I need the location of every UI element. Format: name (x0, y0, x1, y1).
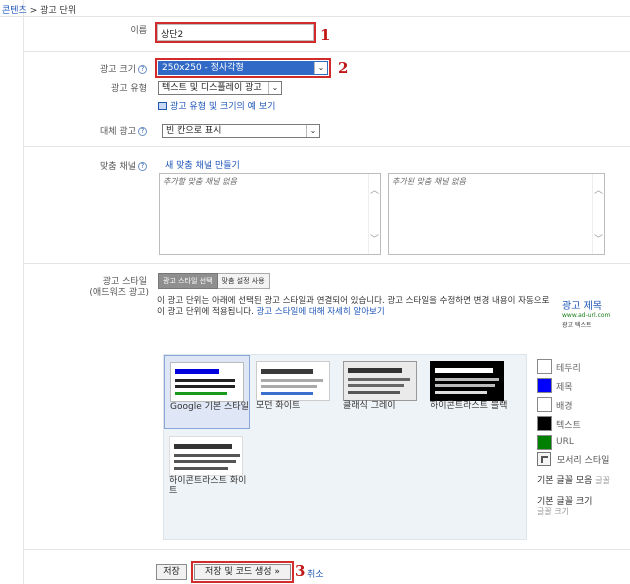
font-family-label: 기본 글꼴 모음 (537, 476, 593, 486)
color-swatch-label: 제목 (556, 383, 573, 393)
annotation-3: 3 (295, 562, 306, 580)
color-swatch[interactable] (537, 435, 552, 450)
style-tile-modern-white[interactable]: 모던 화이트 (251, 355, 337, 429)
corner-icon (537, 452, 551, 466)
style-tabs: 광고 스타일 선택 맞춤 설정 사용 (158, 273, 270, 289)
chevron-down-icon: ⌄ (306, 125, 319, 137)
highlight-box-1 (155, 22, 316, 43)
color-swatch-label: 배경 (556, 402, 573, 412)
color-swatch-label: 텍스트 (556, 421, 581, 431)
empty-text: 추가할 맞춤 채널 없음 (163, 177, 237, 186)
help-icon[interactable]: ? (138, 65, 147, 74)
annotation-2: 2 (338, 59, 349, 77)
scrollbar[interactable]: ︿ ﹀ (592, 174, 604, 254)
learn-more-link[interactable]: 광고 스타일에 대해 자세히 알아보기 (257, 307, 385, 317)
style-tile-label: 클래식 그레이 (343, 401, 396, 411)
breadcrumb-separator: > (29, 6, 38, 16)
left-gutter (0, 0, 24, 584)
color-swatch[interactable] (537, 378, 552, 393)
fallback-label: 대체 광고? (80, 124, 147, 137)
divider (24, 146, 630, 147)
size-label: 광고 크기? (80, 62, 147, 75)
breadcrumb-current: 광고 단위 (40, 6, 77, 16)
font-size-value[interactable]: 글꼴 크기 (537, 506, 569, 517)
color-swatch[interactable] (537, 397, 552, 412)
annotation-1: 1 (320, 26, 331, 44)
new-channel-link[interactable]: 새 맞춤 채널 만들기 (165, 158, 240, 171)
color-swatch[interactable] (537, 359, 552, 374)
help-icon[interactable]: ? (138, 162, 147, 171)
style-preview-thumbnail (169, 436, 243, 476)
type-select[interactable]: 텍스트 및 디스플레이 광고 ⌄ (158, 81, 282, 95)
divider (24, 263, 630, 264)
chevron-down-icon: ﹀ (594, 235, 604, 245)
help-icon[interactable]: ? (138, 127, 147, 136)
color-swatch-label: URL (556, 437, 574, 447)
fallback-select[interactable]: 빈 칸으로 표시 ⌄ (162, 124, 320, 138)
style-tile-label: 모던 화이트 (256, 401, 301, 411)
channel-available-list[interactable]: 추가할 맞춤 채널 없음 ︿ ﹀ (159, 173, 381, 255)
style-tile-label: 하이콘트라스트 화이트 (169, 476, 247, 496)
style-tile-high-contrast-white[interactable]: 하이콘트라스트 화이트 (164, 430, 250, 504)
empty-text: 추가된 맞춤 채널 없음 (392, 177, 466, 186)
font-family-value: 글꼴 (595, 476, 611, 485)
chevron-up-icon: ︿ (594, 186, 604, 196)
style-tile-google-default[interactable]: Google 기본 스타일 (164, 355, 250, 429)
corner-style-control[interactable]: 모서리 스타일 (537, 452, 609, 466)
chevron-down-icon: ⌄ (268, 82, 281, 94)
external-window-icon (158, 102, 167, 110)
color-swatch-label: 테두리 (556, 364, 581, 374)
divider (24, 549, 630, 550)
color-swatch[interactable] (537, 416, 552, 431)
chevron-up-icon: ︿ (370, 186, 380, 196)
type-value: 텍스트 및 디스플레이 광고 (162, 83, 262, 93)
highlight-box-2 (155, 58, 331, 78)
chevron-down-icon: ﹀ (370, 235, 380, 245)
breadcrumb: 콘텐츠 > 광고 단위 (2, 3, 76, 16)
highlight-box-3 (191, 561, 294, 583)
style-preview-thumbnail (430, 361, 504, 401)
preview-text: 광고 텍스트 (562, 322, 592, 329)
cancel-link[interactable]: 취소 (307, 567, 324, 580)
type-example-link[interactable]: 광고 유형 및 크기의 예 보기 (158, 99, 275, 112)
corner-style-label: 모서리 스타일 (556, 455, 610, 466)
style-tile-classic-gray[interactable]: 클래식 그레이 (338, 355, 424, 429)
channel-added-list[interactable]: 추가된 맞춤 채널 없음 ︿ ﹀ (388, 173, 605, 255)
font-family-setting[interactable]: 기본 글꼴 모음 글꼴 (537, 473, 610, 486)
style-preview-thumbnail (170, 362, 244, 402)
channel-label: 맞춤 채널? (80, 159, 147, 172)
fallback-value: 빈 칸으로 표시 (166, 126, 222, 136)
preview-title: 광고 제목 (562, 301, 602, 312)
style-sublabel: (애드워즈 광고) (89, 288, 149, 298)
type-label: 광고 유형 (111, 84, 147, 94)
divider (0, 16, 630, 17)
name-label: 이름 (130, 26, 147, 36)
style-description: 이 광고 단위는 아래에 선택된 광고 스타일과 연결되어 있습니다. 광고 스… (157, 296, 550, 317)
style-preview-thumbnail (256, 361, 330, 401)
preview-url: www.ad-url.com (562, 312, 611, 319)
tab-select-style[interactable]: 광고 스타일 선택 (158, 273, 218, 289)
style-preview-thumbnail (343, 361, 417, 401)
style-tile-high-contrast-black[interactable]: 하이콘트라스트 블랙 (425, 355, 511, 429)
scrollbar[interactable]: ︿ ﹀ (368, 174, 380, 254)
divider (24, 51, 630, 52)
tab-custom-style[interactable]: 맞춤 설정 사용 (217, 273, 270, 289)
save-button[interactable]: 저장 (156, 564, 187, 580)
breadcrumb-root[interactable]: 콘텐츠 (2, 6, 27, 16)
style-tile-label: Google 기본 스타일 (170, 402, 249, 412)
style-tile-label: 하이콘트라스트 블랙 (430, 401, 508, 411)
